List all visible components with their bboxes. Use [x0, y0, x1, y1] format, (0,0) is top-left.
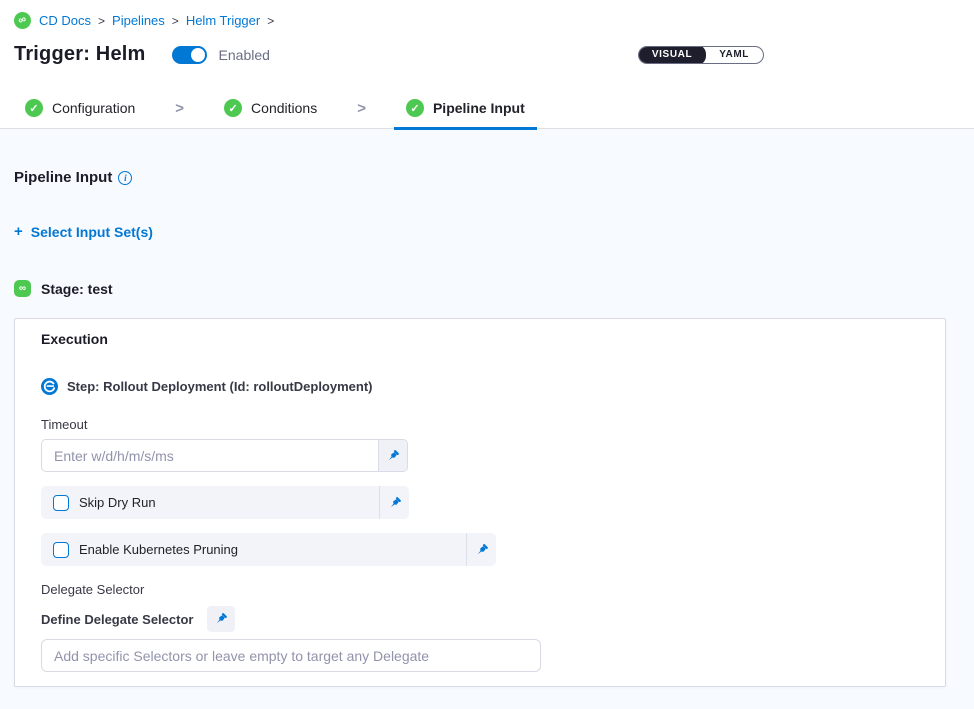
define-delegate-selector-label: Define Delegate Selector	[41, 612, 193, 627]
tab-configuration[interactable]: ✓ Configuration	[13, 88, 147, 129]
breadcrumb-nav: CD Docs > Pipelines > Helm Trigger >	[39, 13, 274, 28]
breadcrumb-link-cd-docs[interactable]: CD Docs	[39, 13, 91, 28]
plus-icon: +	[14, 223, 23, 240]
tab-label: Configuration	[52, 100, 135, 116]
execution-title: Execution	[41, 331, 919, 347]
cd-stage-icon: ∞	[14, 280, 31, 297]
pipeline-input-panel: Pipeline Input i + Select Input Set(s) ∞…	[0, 169, 974, 687]
delegate-selector-input[interactable]	[41, 639, 541, 672]
define-delegate-selector-row: Define Delegate Selector	[41, 606, 919, 632]
breadcrumb-link-helm-trigger[interactable]: Helm Trigger	[186, 13, 260, 28]
chevron-right-icon: >	[175, 100, 184, 117]
info-icon[interactable]: i	[118, 171, 132, 185]
section-heading: Pipeline Input i	[14, 169, 946, 186]
skip-dry-run-row: Skip Dry Run	[41, 486, 409, 519]
tab-label: Conditions	[251, 100, 317, 116]
page-header: ∞ CD Docs > Pipelines > Helm Trigger > T…	[0, 0, 974, 88]
timeout-label: Timeout	[41, 417, 919, 432]
execution-card: Execution Step: Rollout Deployment (Id: …	[14, 318, 946, 687]
pin-icon[interactable]	[378, 440, 407, 471]
breadcrumb-separator: >	[267, 14, 274, 28]
breadcrumb-link-pipelines[interactable]: Pipelines	[112, 13, 165, 28]
skip-dry-run-label: Skip Dry Run	[79, 495, 156, 510]
select-input-sets-link[interactable]: + Select Input Set(s)	[14, 223, 153, 240]
tab-pipeline-input[interactable]: ✓ Pipeline Input	[394, 88, 537, 129]
harness-logo-icon: ∞	[12, 10, 34, 32]
delegate-selector-label: Delegate Selector	[41, 582, 919, 597]
chevron-right-icon: >	[357, 100, 366, 117]
tab-conditions[interactable]: ✓ Conditions	[212, 88, 329, 129]
enable-kubernetes-pruning-checkbox[interactable]	[53, 542, 69, 558]
stage-row[interactable]: ∞ Stage: test	[14, 280, 946, 297]
enabled-toggle[interactable]	[172, 46, 207, 64]
pin-icon[interactable]	[466, 533, 496, 566]
rollout-deployment-step-icon	[41, 378, 58, 395]
enable-kubernetes-pruning-main: Enable Kubernetes Pruning	[41, 533, 466, 566]
toggle-knob	[191, 48, 205, 62]
step-label: Step: Rollout Deployment (Id: rolloutDep…	[67, 379, 373, 394]
select-input-sets-label: Select Input Set(s)	[31, 224, 153, 240]
stage-label: Stage: test	[41, 281, 113, 297]
enabled-label: Enabled	[219, 47, 270, 63]
pin-icon[interactable]	[379, 486, 409, 519]
breadcrumb: ∞ CD Docs > Pipelines > Helm Trigger >	[14, 12, 960, 29]
enable-kubernetes-pruning-row: Enable Kubernetes Pruning	[41, 533, 496, 566]
wizard-tab-bar: ✓ Configuration > ✓ Conditions > ✓ Pipel…	[0, 88, 974, 129]
tab-label: Pipeline Input	[433, 100, 525, 116]
skip-dry-run-checkbox[interactable]	[53, 495, 69, 511]
breadcrumb-separator: >	[98, 14, 105, 28]
skip-dry-run-main: Skip Dry Run	[41, 486, 379, 519]
check-icon: ✓	[25, 99, 43, 117]
title-row: Trigger: Helm Enabled VISUAL YAML	[14, 43, 960, 66]
pin-icon-button[interactable]	[207, 606, 235, 632]
check-icon: ✓	[224, 99, 242, 117]
yaml-mode-button[interactable]: YAML	[705, 46, 763, 64]
timeout-field-group	[41, 439, 408, 472]
step-row: Step: Rollout Deployment (Id: rolloutDep…	[41, 378, 919, 395]
visual-mode-button[interactable]: VISUAL	[638, 46, 706, 64]
enable-kubernetes-pruning-label: Enable Kubernetes Pruning	[79, 542, 238, 557]
timeout-input[interactable]	[42, 440, 378, 471]
pipeline-input-heading: Pipeline Input	[14, 169, 112, 186]
breadcrumb-separator: >	[172, 14, 179, 28]
page-title: Trigger: Helm	[14, 43, 146, 66]
visual-yaml-switch: VISUAL YAML	[638, 46, 764, 64]
check-icon: ✓	[406, 99, 424, 117]
